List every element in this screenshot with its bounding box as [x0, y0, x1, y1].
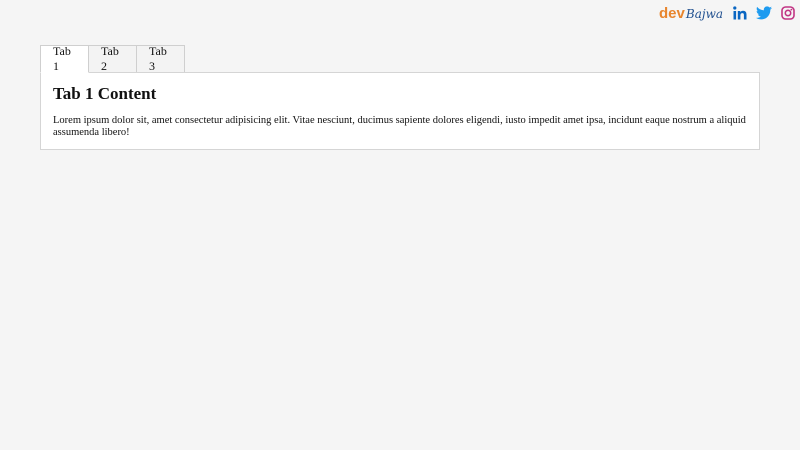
tab-3[interactable]: Tab 3 — [137, 44, 185, 73]
tab-content-body: Lorem ipsum dolor sit, amet consectetur … — [53, 115, 746, 138]
tab-1[interactable]: Tab 1 — [40, 44, 89, 73]
tab-2[interactable]: Tab 2 — [89, 44, 137, 73]
linkedin-icon[interactable] — [731, 4, 749, 22]
tab-content-panel: Tab 1 Content Lorem ipsum dolor sit, ame… — [40, 72, 760, 150]
devbajwa-logo[interactable]: dev Bajwa — [659, 5, 723, 22]
twitter-icon[interactable] — [755, 4, 773, 22]
brand-bar: dev Bajwa — [659, 4, 797, 22]
tab-bar: Tab 1 Tab 2 Tab 3 — [40, 44, 185, 73]
instagram-icon[interactable] — [779, 4, 797, 22]
logo-brand-text: Bajwa — [685, 6, 723, 21]
tab-content-heading: Tab 1 Content — [53, 84, 157, 103]
logo-dev-text: dev — [659, 4, 685, 22]
